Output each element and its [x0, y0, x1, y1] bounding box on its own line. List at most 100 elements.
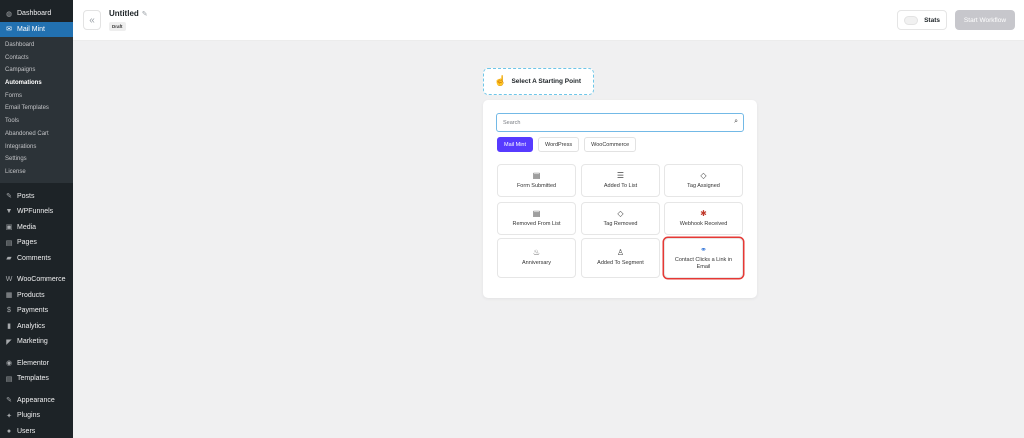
sidebar-item-label: Elementor — [17, 359, 49, 367]
sidebar-item-label: Products — [17, 291, 45, 299]
workflow-title-text: Untitled — [109, 9, 139, 18]
submenu-settings[interactable]: Settings — [0, 153, 73, 166]
sidebar-item-label: Appearance — [17, 396, 55, 404]
webhook-icon: ✱ — [700, 208, 707, 218]
trigger-webhook-received[interactable]: ✱ Webhook Received — [664, 202, 743, 235]
search-input[interactable]: Search ⌕ — [496, 113, 744, 132]
sidebar-item-analytics[interactable]: ▮ Analytics — [0, 319, 73, 335]
sidebar-item-appearance[interactable]: ✎ Appearance — [0, 393, 73, 409]
trigger-tag-removed[interactable]: ◇ Tag Removed — [581, 202, 660, 235]
sidebar-item-elementor[interactable]: ◉ Elementor — [0, 356, 73, 372]
tab-mail-mint[interactable]: Mail Mint — [497, 137, 534, 152]
segment-icon: ♙ — [616, 248, 625, 257]
mail-mint-submenu: Dashboard Contacts Campaigns Automations… — [0, 37, 73, 183]
trigger-form-submitted[interactable]: ▤ Form Submitted — [497, 164, 576, 197]
select-starting-point[interactable]: ☝ Select A Starting Point — [483, 68, 594, 95]
submenu-license[interactable]: License — [0, 166, 73, 179]
tap-icon: ☝ — [494, 76, 507, 87]
tab-woocommerce[interactable]: WooCommerce — [584, 137, 637, 152]
back-button[interactable]: « — [83, 10, 101, 30]
stats-label: Stats — [924, 16, 940, 24]
trigger-contact-clicks-link[interactable]: ⚭ Contact Clicks a Link in Email — [664, 238, 743, 278]
trigger-removed-from-list[interactable]: ▤ Removed From List — [497, 202, 576, 235]
cake-icon: ♨ — [532, 248, 541, 257]
sidebar-item-woocommerce[interactable]: W WooCommerce — [0, 272, 73, 288]
trigger-tag-assigned[interactable]: ◇ Tag Assigned — [664, 164, 743, 197]
tag-icon: ◇ — [700, 170, 707, 180]
dashboard-icon: ◍ — [5, 10, 13, 18]
trigger-label: Added To Segment — [597, 260, 644, 266]
search-placeholder: Search — [503, 119, 521, 126]
sidebar-item-templates[interactable]: ▤ Templates — [0, 371, 73, 387]
sidebar-item-marketing[interactable]: ◤ Marketing — [0, 334, 73, 350]
submenu-automations[interactable]: Automations — [0, 77, 73, 90]
sidebar-item-label: Analytics — [17, 322, 46, 330]
tab-wordpress[interactable]: WordPress — [538, 137, 580, 152]
sidebar-item-label: Mail Mint — [17, 25, 46, 33]
submenu-email-templates[interactable]: Email Templates — [0, 102, 73, 115]
workflow-header: « Untitled ✎ Draft Stats Start Workflow — [73, 0, 1024, 41]
sidebar-item-label: Marketing — [17, 338, 48, 346]
plugin-icon: ✦ — [6, 412, 12, 420]
trigger-label: Tag Assigned — [687, 182, 720, 189]
sidebar-item-mail-mint[interactable]: ✉ Mail Mint — [0, 21, 73, 37]
list-remove-icon: ▤ — [532, 208, 541, 218]
analytics-icon: ▮ — [7, 323, 11, 331]
payments-icon: $ — [7, 307, 11, 315]
workflow-title[interactable]: Untitled ✎ — [109, 9, 148, 18]
sidebar-item-label: Dashboard — [17, 10, 52, 18]
appearance-icon: ✎ — [6, 397, 12, 405]
trigger-label: Webhook Received — [679, 220, 728, 227]
sidebar-item-products[interactable]: ▦ Products — [0, 288, 73, 304]
submenu-contacts[interactable]: Contacts — [0, 52, 73, 65]
start-workflow-button[interactable]: Start Workflow — [955, 10, 1015, 30]
submenu-tools[interactable]: Tools — [0, 115, 73, 128]
funnel-icon: ▼ — [5, 208, 13, 216]
submenu-campaigns[interactable]: Campaigns — [0, 64, 73, 77]
templates-icon: ▤ — [5, 375, 13, 383]
sidebar-item-label: WPFunnels — [17, 208, 54, 216]
trigger-added-to-segment[interactable]: ♙ Added To Segment — [581, 238, 660, 278]
trigger-label: Form Submitted — [516, 182, 557, 189]
users-icon: ● — [6, 427, 12, 435]
sidebar-item-pages[interactable]: ▤ Pages — [0, 235, 73, 251]
search-icon[interactable]: ⌕ — [734, 118, 738, 126]
trigger-panel: Search ⌕ Mail Mint WordPress WooCommerce… — [483, 100, 757, 298]
trigger-label: Contact Clicks a Link in Email — [674, 256, 733, 270]
submenu-integrations[interactable]: Integrations — [0, 141, 73, 154]
sidebar-item-wpfunnels[interactable]: ▼ WPFunnels — [0, 204, 73, 220]
sidebar-item-label: Payments — [17, 307, 49, 315]
sidebar-item-posts[interactable]: ✎ Posts — [0, 189, 73, 205]
elementor-icon: ◉ — [5, 360, 13, 368]
tag-remove-icon: ◇ — [617, 208, 624, 218]
sidebar-item-payments[interactable]: $ Payments — [0, 303, 73, 319]
trigger-anniversary[interactable]: ♨ Anniversary — [497, 238, 576, 278]
sidebar-item-label: Media — [17, 223, 37, 231]
admin-sidebar: ◍ Dashboard ✉ Mail Mint Dashboard Contac… — [0, 0, 73, 438]
trigger-label: Removed From List — [512, 220, 561, 227]
toggle-switch[interactable] — [904, 16, 918, 25]
marketing-icon: ◤ — [6, 338, 12, 346]
sidebar-item-label: Pages — [17, 239, 37, 247]
submenu-forms[interactable]: Forms — [0, 90, 73, 103]
sidebar-item-label: Templates — [17, 375, 49, 383]
submenu-abandoned-cart[interactable]: Abandoned Cart — [0, 128, 73, 141]
sidebar-item-label: Comments — [17, 254, 51, 262]
submenu-dashboard[interactable]: Dashboard — [0, 39, 73, 52]
stats-toggle[interactable]: Stats — [897, 10, 947, 30]
sidebar-item-label: Posts — [17, 192, 35, 200]
trigger-label: Anniversary — [521, 260, 552, 266]
pencil-icon[interactable]: ✎ — [142, 10, 148, 18]
media-icon: ▣ — [5, 224, 13, 232]
comment-icon: ▰ — [6, 255, 12, 263]
double-chevron-left-icon: « — [89, 14, 95, 26]
sidebar-item-comments[interactable]: ▰ Comments — [0, 251, 73, 267]
sidebar-item-dashboard[interactable]: ◍ Dashboard — [0, 6, 73, 22]
trigger-label: Added To List — [603, 182, 638, 189]
trigger-added-to-list[interactable]: ☰ Added To List — [581, 164, 660, 197]
link-icon: ⚭ — [700, 244, 707, 254]
sidebar-item-plugins[interactable]: ✦ Plugins — [0, 408, 73, 424]
sidebar-item-media[interactable]: ▣ Media — [0, 220, 73, 236]
mail-icon: ✉ — [6, 26, 12, 34]
sidebar-item-users[interactable]: ● Users — [0, 424, 73, 438]
